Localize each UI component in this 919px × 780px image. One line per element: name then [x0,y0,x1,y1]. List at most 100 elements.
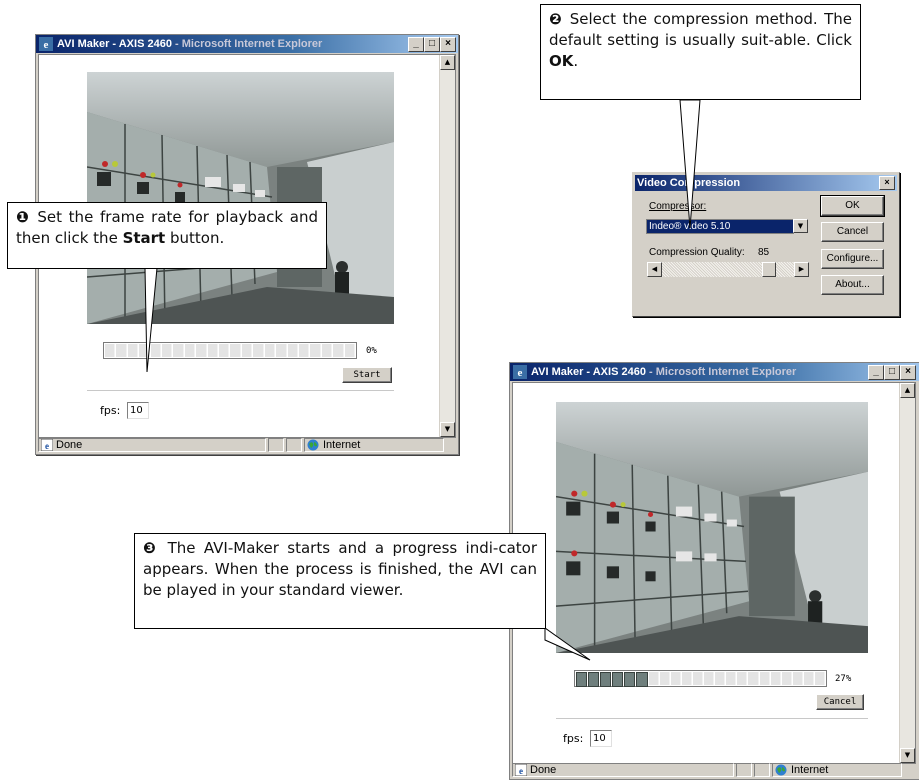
ok-button[interactable]: OK [820,195,885,217]
status-text: Done [530,763,557,776]
compressor-label: Compressor: [649,201,707,212]
scroll-right-arrow-icon[interactable]: ▶ [794,262,809,277]
zone-text: Internet [791,763,829,776]
vertical-scrollbar[interactable]: ▲ ▼ [439,55,455,437]
maximize-button[interactable]: □ [884,365,900,380]
close-button[interactable]: × [900,365,916,380]
progress-segment [612,672,624,687]
scroll-up-arrow-icon[interactable]: ▲ [440,55,455,70]
page-done-icon: e [515,763,527,776]
status-cell-empty [286,437,302,452]
progress-segment [230,344,241,357]
quality-slider-thumb[interactable] [762,262,777,277]
progress-bar [103,342,357,359]
progress-segment [127,344,139,357]
progress-segment [781,672,792,685]
chevron-down-icon[interactable]: ▼ [793,219,808,233]
progress-segment [264,344,276,357]
dialog-close-button[interactable]: × [879,176,895,190]
progress-segment [576,672,588,687]
video-compression-dialog: Video Compression × Compressor: Indeo® v… [632,172,900,317]
quality-label: Compression Quality: [649,247,745,258]
zone-cell: Internet [772,762,902,777]
window-titlebar[interactable]: e AVI Maker - AXIS 2460 - Microsoft Inte… [36,35,458,53]
callout-step-3: ❸ The AVI-Maker starts and a progress in… [134,533,546,629]
quality-value: 85 [758,247,770,258]
scroll-down-arrow-icon[interactable]: ▼ [440,422,455,437]
scroll-up-arrow-icon[interactable]: ▲ [900,383,915,398]
progress-segment [792,672,803,685]
compressor-select[interactable]: Indeo® video 5.10 [646,219,794,234]
vertical-scrollbar[interactable]: ▲ ▼ [899,383,915,763]
globe-icon [307,439,319,450]
progress-segment [287,344,298,357]
avi-maker-window-2: e AVI Maker - AXIS 2460 - Microsoft Inte… [509,362,919,780]
switchgear-photo [556,402,868,653]
status-bar: e Done Internet [38,436,456,453]
maximize-button[interactable]: □ [424,37,440,52]
minimize-button[interactable]: _ [868,365,884,380]
svg-text:e: e [45,441,49,451]
progress-segment [624,672,636,687]
progress-segment [162,344,173,357]
progress-segment [770,672,781,685]
step-number-2: ❷ [549,10,564,28]
progress-bar [574,670,827,687]
status-done-cell: e Done [512,762,734,777]
progress-segment [681,672,692,685]
progress-segment [692,672,704,685]
about-button[interactable]: About... [821,275,884,295]
progress-segment [737,672,748,685]
globe-icon [775,764,787,775]
progress-segment [600,672,612,687]
progress-segment [759,672,770,685]
zone-cell: Internet [304,437,444,452]
progress-segment [748,672,759,685]
callout-step-1: ❶ Set the frame rate for playback and th… [7,202,327,269]
progress-segment [310,344,321,357]
progress-segment [298,344,310,357]
progress-percent: 27% [835,674,852,684]
progress-percent: 0% [366,346,377,356]
callout-bold-text: Start [122,229,166,247]
cancel-button[interactable]: Cancel [821,222,884,242]
status-cell-empty [736,762,752,777]
status-text: Done [56,438,83,451]
progress-segment [196,344,207,357]
window-titlebar[interactable]: e AVI Maker - AXIS 2460 - Microsoft Inte… [510,363,919,381]
status-bar: e Done Internet [512,761,919,778]
configure-button[interactable]: Configure... [821,249,884,269]
scroll-left-arrow-icon[interactable]: ◀ [647,262,662,277]
quality-scrollbar[interactable]: ◀ ▶ [647,262,809,277]
progress-segment [150,344,162,357]
fps-label: fps: [563,732,584,745]
progress-segment [207,344,219,357]
cancel-button[interactable]: Cancel [816,694,864,710]
divider [556,718,868,719]
callout-text: button. [165,229,225,247]
status-cell-empty [754,762,770,777]
zone-text: Internet [323,438,361,451]
status-cell-empty [268,437,284,452]
page-done-icon: e [41,438,53,451]
fps-input[interactable]: 10 [590,730,612,747]
close-button[interactable]: × [440,37,456,52]
progress-segment [253,344,264,357]
progress-segment [344,344,355,357]
progress-segment [648,672,659,685]
minimize-button[interactable]: _ [408,37,424,52]
dialog-titlebar[interactable]: Video Compression × [635,175,897,191]
fps-input[interactable]: 10 [127,402,149,419]
progress-segment [219,344,230,357]
callout-step-2: ❷ Select the compression method. The def… [540,4,861,100]
start-button[interactable]: Start [342,367,392,383]
progress-segment [116,344,127,357]
callout-text: . [573,52,579,70]
progress-segment [333,344,344,357]
progress-segment [803,672,814,685]
divider [87,390,394,391]
window-title: AVI Maker - AXIS 2460 - Microsoft Intern… [57,38,323,50]
fps-label: fps: [100,404,121,417]
step-number-1: ❶ [16,208,31,226]
progress-segment [715,672,726,685]
